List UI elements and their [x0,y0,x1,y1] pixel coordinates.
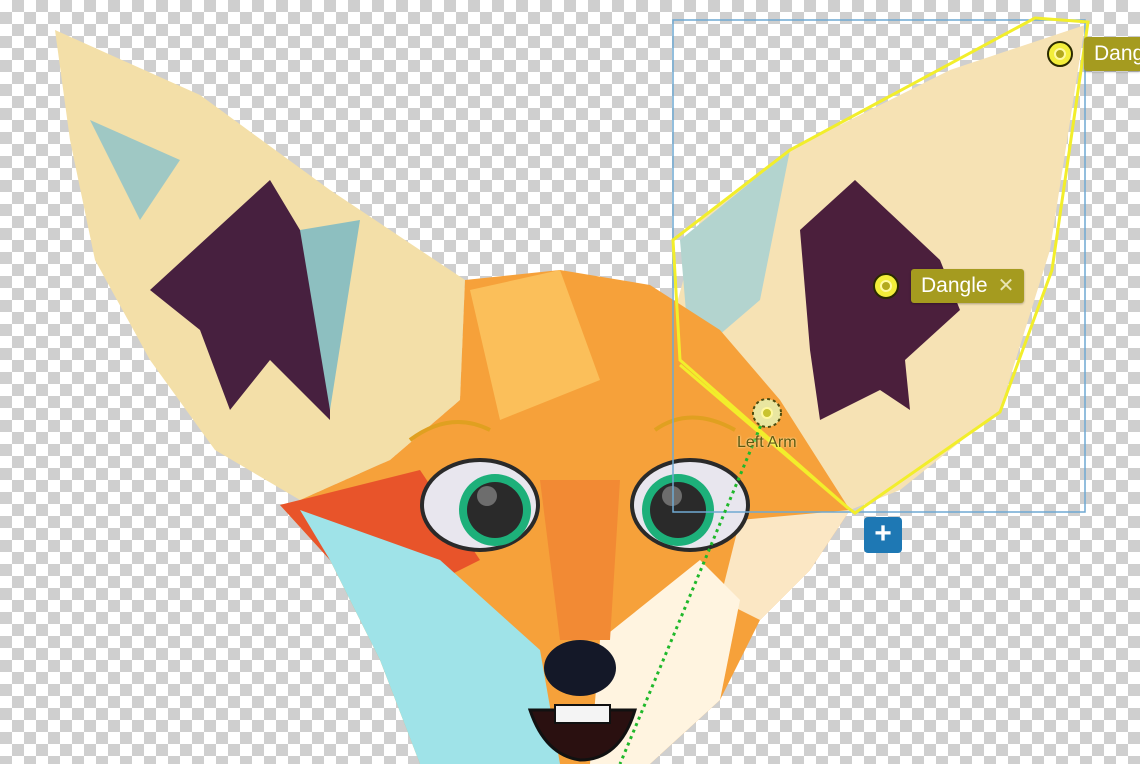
dangle-top-tag-label: Dang [1094,42,1140,65]
dangle-top-tag[interactable]: Dang [1084,37,1140,71]
dangle-pin-icon[interactable] [873,273,899,299]
left-arm-handle-core [761,407,773,419]
nose [544,640,616,696]
dangle-tag[interactable]: Dangle ✕ [911,269,1025,303]
left-arm-handle-label: Left Arm [737,434,797,451]
add-tag-button[interactable]: + [864,517,902,553]
teeth [554,704,611,724]
character-canvas [55,16,1090,764]
dangle-tag-label: Dangle [921,274,988,297]
right-eye-glint [662,486,682,506]
dangle-top-pin-icon[interactable] [1047,41,1073,67]
left-eye-glint [477,486,497,506]
close-icon[interactable]: ✕ [998,275,1015,297]
